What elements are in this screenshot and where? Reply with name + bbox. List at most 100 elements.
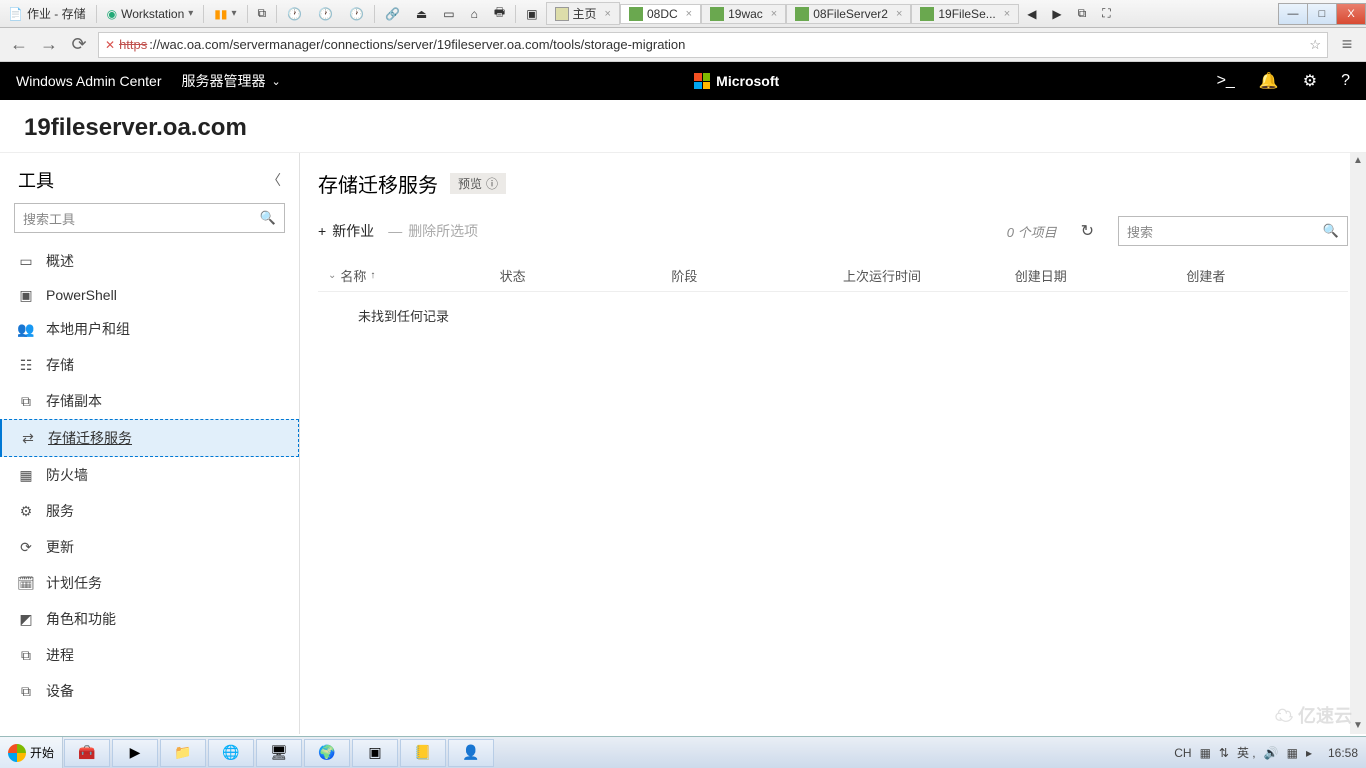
- wac-context-menu[interactable]: 服务器管理器⌄: [182, 71, 281, 91]
- info-icon[interactable]: ⓘ: [486, 175, 498, 192]
- tool-icon: ⇄: [20, 430, 36, 446]
- vm-print-icon[interactable]: 🖶: [486, 0, 513, 27]
- vm-tab-home[interactable]: 主页×: [546, 2, 620, 25]
- col-name[interactable]: ⌄ 名称 ↑: [318, 266, 490, 285]
- sidebar-item-5[interactable]: ⇄存储迁移服务: [0, 419, 299, 457]
- scrollbar[interactable]: ▲ ▼: [1350, 153, 1366, 734]
- back-button[interactable]: ←: [8, 34, 30, 55]
- maximize-button[interactable]: □: [1307, 3, 1337, 25]
- sidebar-item-10[interactable]: ◩角色和功能: [0, 601, 299, 637]
- taskbar-app-5[interactable]: 🌍: [304, 739, 350, 767]
- taskbar-app-1[interactable]: ▶: [112, 739, 158, 767]
- vm-disp-icon[interactable]: ▭: [435, 0, 462, 27]
- taskbar-app-4[interactable]: 🖥: [256, 739, 302, 767]
- vm-clock1-icon[interactable]: 🕐: [279, 0, 310, 27]
- close-button[interactable]: X: [1336, 3, 1366, 25]
- taskbar-app-6[interactable]: ▣: [352, 739, 398, 767]
- server-name: 19fileserver.oa.com: [0, 100, 1366, 152]
- vm-tab-19wac[interactable]: 19wac×: [701, 4, 786, 24]
- vm-tab-next[interactable]: ▶: [1044, 0, 1069, 27]
- close-icon[interactable]: ×: [771, 8, 777, 20]
- clock[interactable]: 16:58: [1328, 746, 1358, 760]
- col-last-run[interactable]: 上次运行时间: [833, 266, 1005, 285]
- vm-workstation-menu[interactable]: ◉Workstation▾: [99, 0, 202, 27]
- scroll-up-icon[interactable]: ▲: [1353, 153, 1363, 169]
- tool-icon: ▭: [18, 253, 34, 269]
- vm-app-menu[interactable]: 📄作业 - 存储: [0, 0, 94, 27]
- vm-clock3-icon[interactable]: 🕐: [341, 0, 372, 27]
- sidebar-item-2[interactable]: 👥本地用户和组: [0, 311, 299, 347]
- tool-label: 存储副本: [46, 391, 102, 411]
- url-text: ://wac.oa.com/servermanager/connections/…: [149, 37, 685, 52]
- sidebar-item-6[interactable]: ▦防火墙: [0, 457, 299, 493]
- sound-icon[interactable]: 🔊: [1264, 746, 1279, 760]
- taskbar-app-0[interactable]: 🧰: [64, 739, 110, 767]
- search-input[interactable]: 搜索 🔍: [1118, 216, 1348, 246]
- sidebar-item-0[interactable]: ▭概述: [0, 243, 299, 279]
- vm-net-icon[interactable]: 🔗: [377, 0, 408, 27]
- col-phase[interactable]: 阶段: [661, 266, 833, 285]
- flag-icon[interactable]: ▦: [1287, 746, 1298, 760]
- taskbar-app-7[interactable]: 📒: [400, 739, 446, 767]
- bookmark-icon[interactable]: ☆: [1309, 37, 1321, 53]
- browser-menu[interactable]: ≡: [1336, 34, 1358, 55]
- sidebar-item-11[interactable]: ⧉进程: [0, 637, 299, 673]
- scroll-down-icon[interactable]: ▼: [1353, 718, 1363, 734]
- ime-indicator[interactable]: CH: [1174, 746, 1191, 760]
- tool-icon: 👥: [18, 321, 34, 337]
- vm-full-icon[interactable]: ▣: [518, 0, 545, 27]
- powershell-icon[interactable]: >_: [1217, 72, 1235, 90]
- vm-unity-icon[interactable]: ⧉: [1070, 0, 1095, 27]
- sidebar-item-9[interactable]: 🗓计划任务: [0, 565, 299, 601]
- forward-button[interactable]: →: [38, 34, 60, 55]
- lang-indicator[interactable]: 英 ,: [1237, 744, 1256, 761]
- reload-button[interactable]: ⟳: [68, 34, 90, 55]
- sidebar-item-3[interactable]: ☷存储: [0, 347, 299, 383]
- close-icon[interactable]: ×: [1004, 8, 1010, 20]
- new-job-button[interactable]: + 新作业: [318, 221, 374, 241]
- notifications-icon[interactable]: 🔔: [1259, 71, 1279, 91]
- close-icon[interactable]: ×: [686, 8, 692, 20]
- sidebar-item-12[interactable]: ⧉设备: [0, 673, 299, 709]
- start-button[interactable]: 开始: [0, 737, 63, 768]
- page-title: 存储迁移服务: [318, 169, 438, 198]
- col-status[interactable]: 状态: [490, 266, 662, 285]
- vm-pause[interactable]: ▮▮▾: [206, 0, 244, 27]
- vm-clock2-icon[interactable]: 🕐: [310, 0, 341, 27]
- wac-brand[interactable]: Windows Admin Center: [16, 73, 162, 89]
- sidebar-item-8[interactable]: ⟳更新: [0, 529, 299, 565]
- col-created-by[interactable]: 创建者: [1176, 266, 1348, 285]
- address-bar[interactable]: ✕ https ://wac.oa.com/servermanager/conn…: [98, 32, 1328, 58]
- refresh-button[interactable]: ↻: [1081, 221, 1094, 241]
- sidebar-item-7[interactable]: ⚙服务: [0, 493, 299, 529]
- close-icon[interactable]: ×: [896, 8, 902, 20]
- vm-tab-prev[interactable]: ◀: [1019, 0, 1044, 27]
- delete-selected-button: — 删除所选项: [388, 221, 478, 241]
- taskbar-app-8[interactable]: 👤: [448, 739, 494, 767]
- taskbar-app-3[interactable]: 🌐: [208, 739, 254, 767]
- settings-icon[interactable]: ⚙: [1303, 71, 1317, 91]
- chevron-down-icon: ⌄: [328, 270, 336, 281]
- minimize-button[interactable]: —: [1278, 3, 1308, 25]
- search-icon: 🔍: [260, 210, 276, 226]
- tools-sidebar: 工具 〈 搜索工具 🔍 ▭概述▣PowerShell👥本地用户和组☷存储⧉存储副…: [0, 153, 300, 734]
- vm-tab-08dc[interactable]: 08DC×: [620, 4, 701, 24]
- vm-tab-19fileserver[interactable]: 19FileSe...×: [911, 4, 1019, 24]
- sidebar-item-1[interactable]: ▣PowerShell: [0, 279, 299, 311]
- help-icon[interactable]: ?: [1341, 72, 1350, 90]
- taskbar-app-2[interactable]: 📁: [160, 739, 206, 767]
- collapse-sidebar-icon[interactable]: 〈: [267, 170, 281, 190]
- url-scheme: https: [119, 37, 147, 52]
- vm-drive-icon[interactable]: ⌂: [463, 0, 486, 27]
- vm-snapshot-icon[interactable]: ⧉: [250, 0, 275, 27]
- vm-fullscreen-icon[interactable]: ⛶: [1094, 0, 1118, 27]
- col-created-date[interactable]: 创建日期: [1005, 266, 1177, 285]
- vm-usb-icon[interactable]: ⏏: [408, 0, 435, 27]
- search-tools-input[interactable]: 搜索工具 🔍: [14, 203, 285, 233]
- sidebar-item-4[interactable]: ⧉存储副本: [0, 383, 299, 419]
- network-icon[interactable]: ⇅: [1219, 746, 1229, 760]
- close-icon[interactable]: ×: [605, 8, 611, 20]
- security-icon[interactable]: ▦: [1200, 746, 1211, 760]
- tray-more-icon[interactable]: ▸: [1306, 746, 1312, 760]
- vm-tab-08fileserver2[interactable]: 08FileServer2×: [786, 4, 911, 24]
